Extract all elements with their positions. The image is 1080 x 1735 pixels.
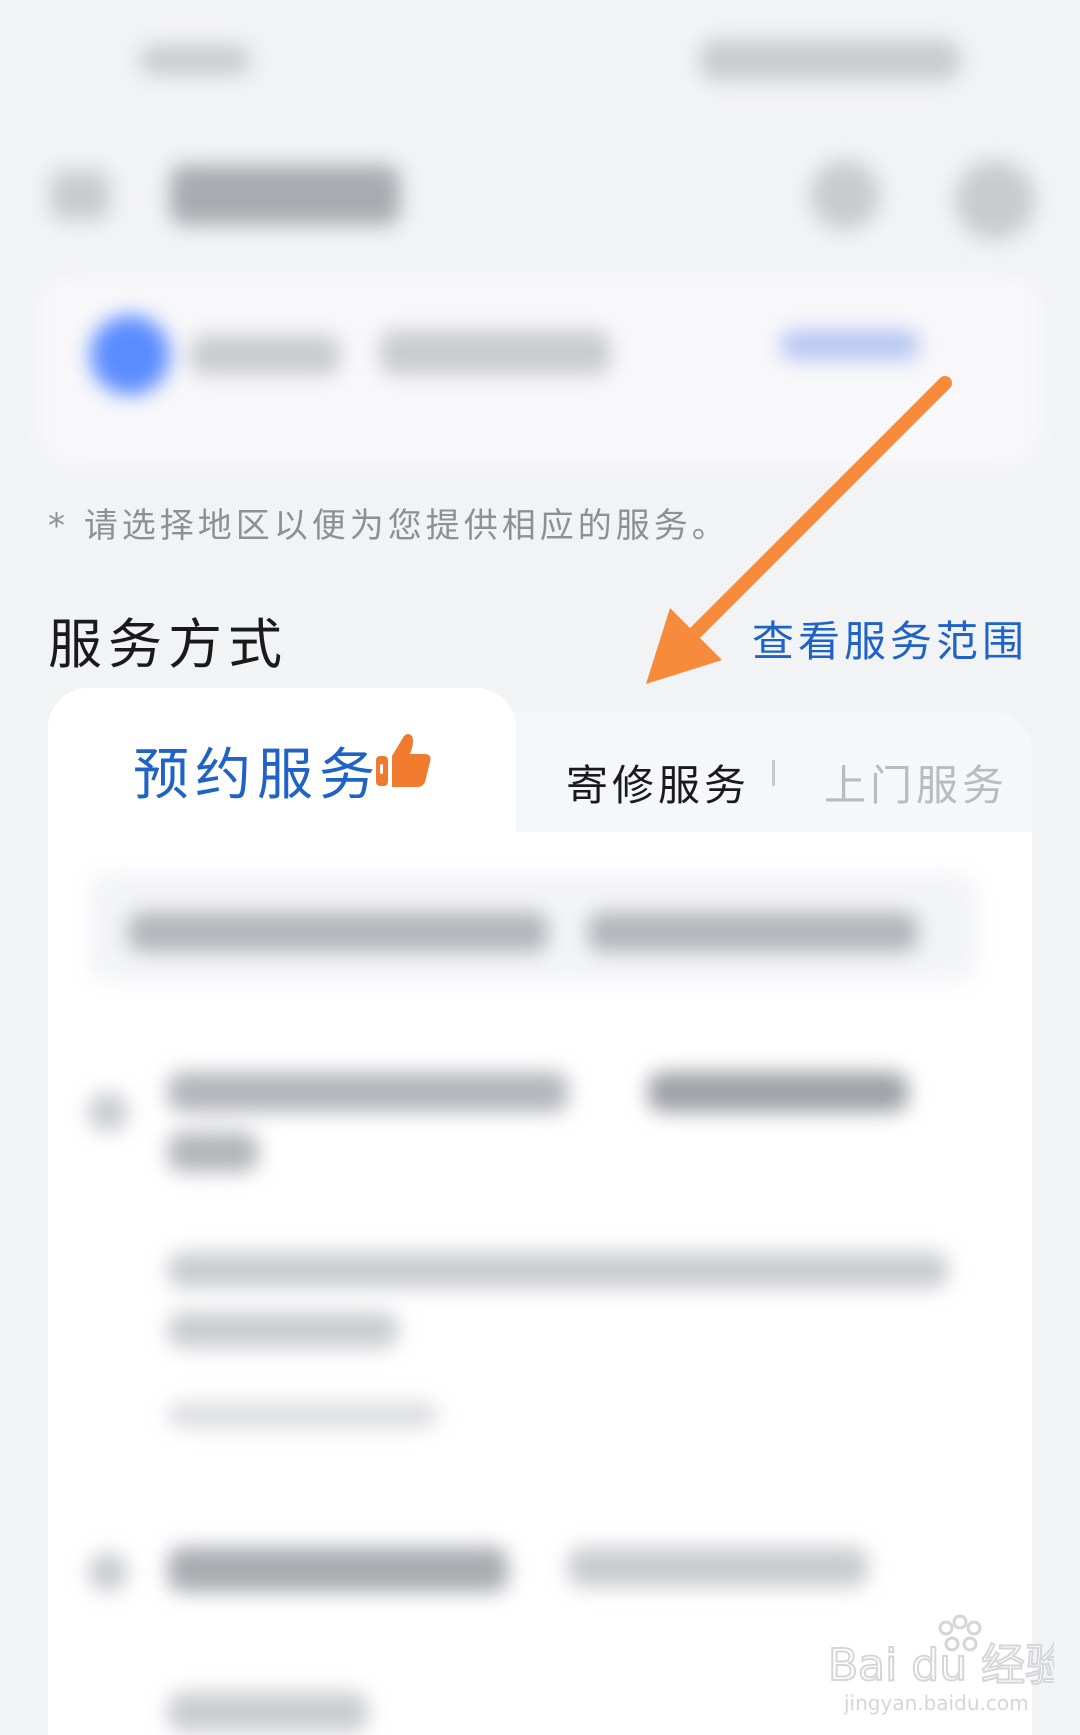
tab-onsite-service[interactable]: 上门服务 — [824, 752, 1008, 813]
watermark-brand: Bai du 经验 — [828, 1640, 1054, 1691]
baidu-watermark-logo: Bai du 经验 jingyan.baidu.com — [827, 1614, 1054, 1715]
tab-mail-repair[interactable]: 寄修服务 — [566, 752, 750, 813]
tab-appointment-label: 预约服务 — [133, 743, 381, 808]
service-method-title: 服务方式 — [48, 613, 288, 676]
service-content-card — [48, 832, 1032, 1735]
view-service-range-link[interactable]: 查看服务范围 — [752, 608, 1028, 669]
location-icon — [90, 315, 170, 395]
status-bar — [0, 0, 1080, 130]
thumbs-up-icon — [376, 734, 431, 787]
nav-bar — [0, 140, 1080, 250]
region-selector-card[interactable] — [40, 275, 1040, 465]
more-icon[interactable] — [955, 160, 1035, 240]
back-icon[interactable] — [50, 170, 110, 220]
search-icon[interactable] — [810, 160, 880, 230]
watermark-url: jingyan.baidu.com — [843, 1691, 1029, 1715]
region-hint: * 请选择地区以便为您提供相应的服务。 — [48, 506, 730, 546]
page-title — [170, 165, 400, 225]
tab-divider — [772, 760, 775, 786]
